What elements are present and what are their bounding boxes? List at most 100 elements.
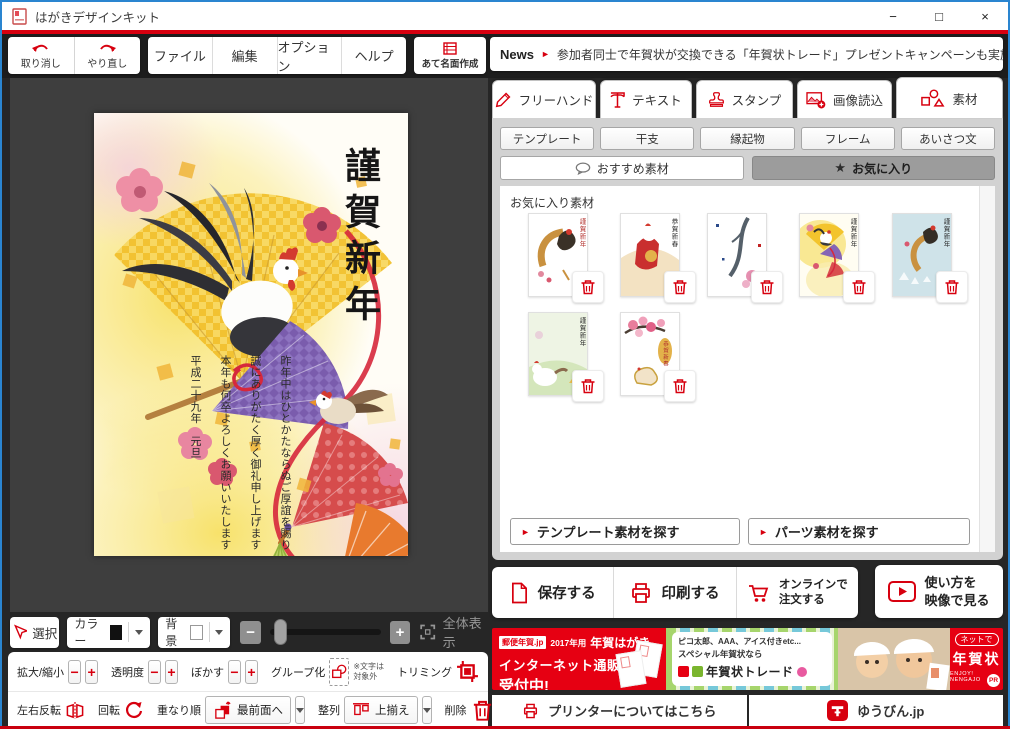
color-picker-button[interactable]: カラー [67, 617, 150, 648]
zoom-slider-handle[interactable] [274, 619, 287, 645]
blur-decrease-button[interactable]: − [228, 660, 241, 684]
find-template-button[interactable]: ► テンプレート素材を探す [510, 518, 740, 545]
group-button[interactable] [329, 658, 349, 686]
zoom-slider[interactable] [270, 629, 381, 635]
footer-links: プリンターについてはこちら ゆうびん.jp [492, 695, 1003, 726]
banner-postal-section[interactable]: 郵便年賀.jp 2017年用 年賀はがき インターネット通販 受付中! [492, 628, 666, 690]
recommended-toggle[interactable]: おすすめ素材 [500, 156, 744, 180]
material-thumbnail[interactable]: 恭賀新春 [620, 213, 680, 297]
find-parts-button[interactable]: ► パーツ素材を探す [748, 518, 970, 545]
trash-icon [579, 278, 597, 296]
printer-info-link[interactable]: プリンターについてはこちら [492, 695, 747, 726]
banner-trade-section[interactable]: ピコ太郎、AAA、アイス付きetc... スペシャル年賀状なら 年賀状トレード [666, 628, 838, 690]
print-button[interactable]: 印刷する [614, 567, 736, 618]
delete-favorite-button[interactable] [936, 271, 968, 303]
flip-horizontal-button[interactable] [65, 701, 85, 720]
crop-icon [456, 660, 479, 683]
action-button-group: 保存する 印刷する オンラインで注文する [492, 567, 858, 618]
tab-image-import[interactable]: 画像読込 [797, 80, 892, 118]
delete-favorite-button[interactable] [572, 370, 604, 402]
stamp-icon [708, 91, 725, 108]
undo-icon [30, 41, 52, 54]
category-eto[interactable]: 干支 [600, 127, 694, 150]
order-online-button[interactable]: オンラインで注文する [737, 567, 858, 618]
title-bar: はがきデザインキット − □ × [2, 2, 1008, 30]
rotate-icon [124, 700, 144, 720]
chevron-down-icon [423, 708, 431, 713]
yubin-jp-link[interactable]: ゆうびん.jp [749, 695, 1004, 726]
material-thumbnail[interactable]: 恭賀新春 [620, 312, 680, 396]
ad-banner[interactable]: 郵便年賀.jp 2017年用 年賀はがき インターネット通販 受付中! ピコ太郎… [492, 628, 1003, 690]
delete-favorite-button[interactable] [751, 271, 783, 303]
category-template[interactable]: テンプレート [500, 127, 594, 150]
align-top-button[interactable]: 上揃え [344, 696, 418, 724]
material-thumbnail[interactable] [707, 213, 767, 297]
delete-favorite-button[interactable] [572, 271, 604, 303]
tab-stamp[interactable]: スタンプ [696, 80, 793, 118]
category-row: テンプレート 干支 縁起物 フレーム あいさつ文 [500, 127, 995, 150]
trim-button[interactable] [456, 660, 479, 683]
delete-favorite-button[interactable] [664, 370, 696, 402]
align-dropdown[interactable] [422, 696, 432, 724]
trash-icon [758, 278, 776, 296]
zoom-out-button[interactable]: − [240, 621, 260, 644]
trash-icon [850, 278, 868, 296]
redo-button[interactable]: やり直し [75, 37, 141, 74]
tab-material[interactable]: 素材 [896, 77, 1003, 118]
material-thumbnail[interactable]: 謹賀新年 [528, 312, 588, 396]
banner-photo-section[interactable] [838, 628, 950, 690]
material-thumbnail[interactable]: 謹賀新年 [892, 213, 952, 297]
postcard-artwork[interactable]: 謹賀新年 昨年中はひとかたならぬご厚誼を賜り 誠にありがたく厚く御礼申し上げます… [94, 113, 408, 556]
save-button[interactable]: 保存する [492, 567, 614, 618]
menu-file[interactable]: ファイル [148, 37, 213, 74]
menu-options[interactable]: オプション [278, 37, 343, 74]
card-greeting-title[interactable]: 謹賀新年 [342, 147, 378, 331]
category-greeting[interactable]: あいさつ文 [901, 127, 995, 150]
logo-square-icon [692, 666, 703, 677]
design-canvas[interactable]: 謹賀新年 昨年中はひとかたならぬご厚誼を賜り 誠にありがたく厚く御礼申し上げます… [10, 78, 488, 612]
fit-view-icon [419, 622, 436, 642]
category-frame[interactable]: フレーム [801, 127, 895, 150]
zoom-in-button[interactable]: + [390, 621, 410, 644]
scale-increase-button[interactable]: + [85, 660, 98, 684]
card-greeting-body[interactable]: 昨年中はひとかたならぬご厚誼を賜り 誠にありがたく厚く御礼申し上げます 本年も何… [180, 355, 300, 555]
trash-icon [579, 377, 597, 395]
news-arrow-icon: ► [541, 49, 550, 59]
howto-video-button[interactable]: 使い方を映像で見る [875, 565, 1003, 618]
rotate-button[interactable] [124, 700, 144, 720]
menu-help[interactable]: ヘルプ [342, 37, 406, 74]
delete-favorite-button[interactable] [664, 271, 696, 303]
material-thumbnail[interactable]: 謹賀新年 [528, 213, 588, 297]
delete-button[interactable] [471, 699, 494, 722]
favorites-content: お気に入り素材 謹賀新年 恭賀新春 謹賀新年 [500, 186, 995, 552]
addressee-side-button[interactable]: あて名面作成 [414, 37, 486, 74]
scrollbar[interactable] [979, 186, 995, 552]
opacity-increase-button[interactable]: + [165, 660, 178, 684]
play-video-icon [888, 581, 916, 602]
delete-favorite-button[interactable] [843, 271, 875, 303]
scale-decrease-button[interactable]: − [68, 660, 81, 684]
opacity-decrease-button[interactable]: − [148, 660, 161, 684]
tab-freehand[interactable]: フリーハンド [492, 80, 596, 118]
fit-view-button[interactable]: 全体表示 [419, 613, 488, 651]
background-picker-button[interactable]: 背景 [158, 617, 230, 648]
minimize-button[interactable]: − [870, 2, 916, 30]
pr-badge: PR [987, 674, 1000, 687]
window-border [0, 0, 2, 729]
undo-button[interactable]: 取り消し [8, 37, 75, 74]
news-bar[interactable]: News ► 参加者同士で年賀状が交換できる「年賀状トレード」プレゼントキャンペ… [490, 37, 1003, 71]
category-engimono[interactable]: 縁起物 [700, 127, 794, 150]
blur-increase-button[interactable]: + [245, 660, 258, 684]
maximize-button[interactable]: □ [916, 2, 962, 30]
material-thumbnail[interactable]: 謹賀新年 [799, 213, 859, 297]
banner-net-nenga-section[interactable]: ネットで 年賀状 ENJOY! NENGAJO PR [950, 628, 1003, 690]
select-tool-button[interactable]: 選択 [10, 617, 59, 648]
bring-to-front-button[interactable]: 最前面へ [205, 696, 291, 724]
close-button[interactable]: × [962, 2, 1008, 30]
stack-order-dropdown[interactable] [295, 696, 305, 724]
menu-edit[interactable]: 編集 [213, 37, 278, 74]
tab-text[interactable]: テキスト [600, 80, 692, 118]
favorites-toggle[interactable]: ★ お気に入り [752, 156, 996, 180]
addressee-icon [443, 42, 457, 55]
accent-divider [2, 30, 1008, 34]
